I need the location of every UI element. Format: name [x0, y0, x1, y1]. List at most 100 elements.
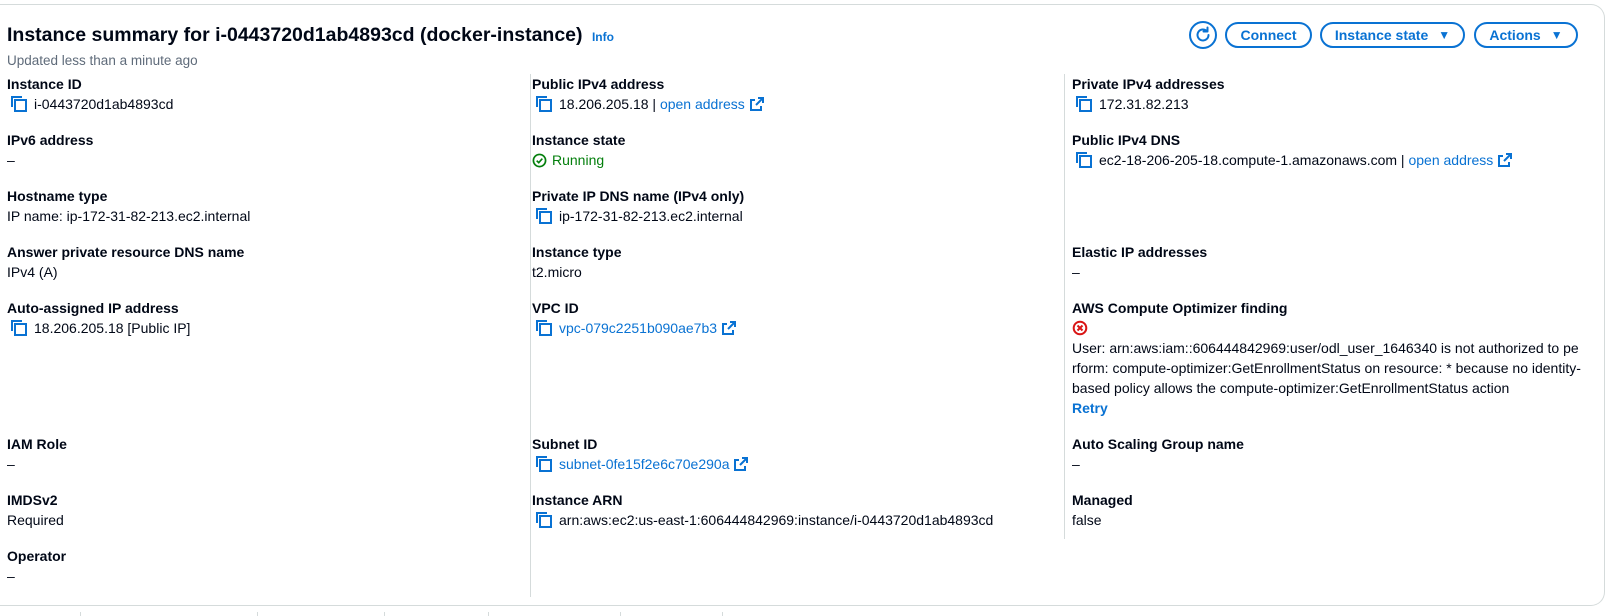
operator-value: –	[7, 568, 15, 584]
subnet-id-field: Subnet ID subnet-0fe15f2e6c70e290a	[532, 434, 749, 474]
answer-dns-value: IPv4 (A)	[7, 264, 58, 280]
field-label: Hostname type	[7, 188, 108, 204]
page-title-text: Instance summary for i-0443720d1ab4893cd…	[7, 24, 583, 46]
open-address-link[interactable]: open address	[1408, 150, 1493, 170]
copy-icon[interactable]	[535, 455, 553, 473]
field-value: vpc-079c2251b090ae7b3	[532, 318, 737, 338]
answer-dns-field: Answer private resource DNS name IPv4 (A…	[7, 242, 244, 282]
separator: |	[1397, 152, 1409, 168]
imdsv2-value: Required	[7, 512, 64, 528]
tab-separator	[384, 612, 385, 616]
refresh-icon	[1196, 26, 1210, 42]
tab-separator	[620, 612, 621, 616]
tab-separator	[80, 612, 81, 616]
field-label: Managed	[1072, 492, 1133, 508]
elastic-ip-value: –	[1072, 264, 1080, 280]
refresh-button[interactable]	[1189, 21, 1217, 49]
elastic-ip-field: Elastic IP addresses –	[1072, 242, 1207, 282]
public-dns-value: ec2-18-206-205-18.compute-1.amazonaws.co…	[1099, 152, 1398, 168]
field-label: Subnet ID	[532, 436, 598, 452]
field-label: VPC ID	[532, 300, 579, 316]
actions-label: Actions	[1489, 27, 1541, 43]
private-dns-field: Private IP DNS name (IPv4 only) ip-172-3…	[532, 186, 744, 226]
field-label: IAM Role	[7, 436, 67, 452]
asg-field: Auto Scaling Group name –	[1072, 434, 1244, 474]
private-ipv4-value: 172.31.82.213	[1099, 96, 1189, 112]
optimizer-field: AWS Compute Optimizer finding User: arn:…	[1072, 298, 1582, 418]
updated-timestamp: Updated less than a minute ago	[7, 53, 198, 68]
iam-role-value: –	[7, 456, 15, 472]
field-label: Elastic IP addresses	[1072, 244, 1208, 260]
info-link[interactable]: Info	[592, 30, 614, 44]
field-label: Private IPv4 addresses	[1072, 76, 1225, 92]
external-link-icon[interactable]	[749, 97, 764, 111]
page-title: Instance summary for i-0443720d1ab4893cd…	[7, 24, 614, 47]
field-label: AWS Compute Optimizer finding	[1072, 300, 1288, 316]
field-value: ec2-18-206-205-18.compute-1.amazonaws.co…	[1072, 150, 1513, 170]
instance-id-value: i-0443720d1ab4893cd	[34, 96, 174, 112]
copy-icon[interactable]	[10, 319, 28, 337]
vpc-id-link[interactable]: vpc-079c2251b090ae7b3	[559, 318, 717, 338]
column-divider	[1064, 74, 1065, 539]
copy-icon[interactable]	[535, 207, 553, 225]
copy-icon[interactable]	[535, 95, 553, 113]
public-ipv4-value: 18.206.205.18	[559, 96, 649, 112]
field-label: Public IPv4 address	[532, 76, 665, 92]
connect-button[interactable]: Connect	[1225, 22, 1312, 48]
tab-separator	[257, 612, 258, 616]
field-label: Auto Scaling Group name	[1072, 436, 1244, 452]
field-label: Instance ARN	[532, 492, 623, 508]
tab-separator	[722, 612, 723, 616]
status-success-icon	[532, 153, 547, 167]
instance-type-value: t2.micro	[532, 264, 582, 280]
instance-state-label: Instance state	[1334, 27, 1429, 43]
field-value: subnet-0fe15f2e6c70e290a	[532, 454, 749, 474]
hostname-type-field: Hostname type IP name: ip-172-31-82-213.…	[7, 186, 250, 226]
instance-arn-value: arn:aws:ec2:us-east-1:606444842969:insta…	[559, 512, 994, 528]
external-link-icon[interactable]	[734, 457, 749, 471]
copy-icon[interactable]	[1075, 151, 1093, 169]
tab-separator	[488, 612, 489, 616]
ipv6-value: –	[7, 152, 15, 168]
field-label: Answer private resource DNS name	[7, 244, 245, 260]
public-dns-field: Public IPv4 DNS ec2-18-206-205-18.comput…	[1072, 130, 1513, 170]
field-value: arn:aws:ec2:us-east-1:606444842969:insta…	[532, 510, 993, 530]
field-value: ip-172-31-82-213.ec2.internal	[532, 206, 744, 226]
auto-ip-value: 18.206.205.18 [Public IP]	[34, 320, 191, 336]
copy-icon[interactable]	[535, 511, 553, 529]
instance-arn-field: Instance ARN arn:aws:ec2:us-east-1:60644…	[532, 490, 993, 530]
ipv6-field: IPv6 address –	[7, 130, 93, 170]
instance-state-button[interactable]: Instance state ▼	[1320, 22, 1465, 48]
field-label: Instance type	[532, 244, 622, 260]
vpc-id-field: VPC ID vpc-079c2251b090ae7b3	[532, 298, 737, 338]
iam-role-field: IAM Role –	[7, 434, 67, 474]
field-label: Operator	[7, 548, 67, 564]
column-divider	[530, 74, 531, 597]
auto-ip-field: Auto-assigned IP address 18.206.205.18 […	[7, 298, 190, 338]
field-label: IMDSv2	[7, 492, 58, 508]
instance-state-value: Running	[552, 152, 605, 168]
actions-button[interactable]: Actions ▼	[1474, 22, 1578, 48]
copy-icon[interactable]	[535, 319, 553, 337]
copy-icon[interactable]	[10, 95, 28, 113]
separator: |	[648, 96, 660, 112]
external-link-icon[interactable]	[722, 321, 737, 335]
field-value: i-0443720d1ab4893cd	[7, 94, 173, 114]
field-value: Running	[532, 150, 625, 170]
retry-link[interactable]: Retry	[1072, 398, 1582, 418]
subnet-id-link[interactable]: subnet-0fe15f2e6c70e290a	[559, 454, 729, 474]
status-row	[1072, 318, 1582, 338]
instance-state-field: Instance state Running	[532, 130, 625, 170]
caret-down-icon: ▼	[1550, 28, 1563, 42]
field-label: Instance ID	[7, 76, 82, 92]
hostname-type-value: IP name: ip-172-31-82-213.ec2.internal	[7, 208, 251, 224]
private-dns-value: ip-172-31-82-213.ec2.internal	[559, 208, 743, 224]
external-link-icon[interactable]	[1498, 153, 1513, 167]
public-ipv4-field: Public IPv4 address 18.206.205.18 | open…	[532, 74, 764, 114]
field-label: Public IPv4 DNS	[1072, 132, 1181, 148]
copy-icon[interactable]	[1075, 95, 1093, 113]
asg-value: –	[1072, 456, 1080, 472]
open-address-link[interactable]: open address	[660, 94, 745, 114]
private-ipv4-field: Private IPv4 addresses 172.31.82.213	[1072, 74, 1225, 114]
instance-type-field: Instance type t2.micro	[532, 242, 621, 282]
